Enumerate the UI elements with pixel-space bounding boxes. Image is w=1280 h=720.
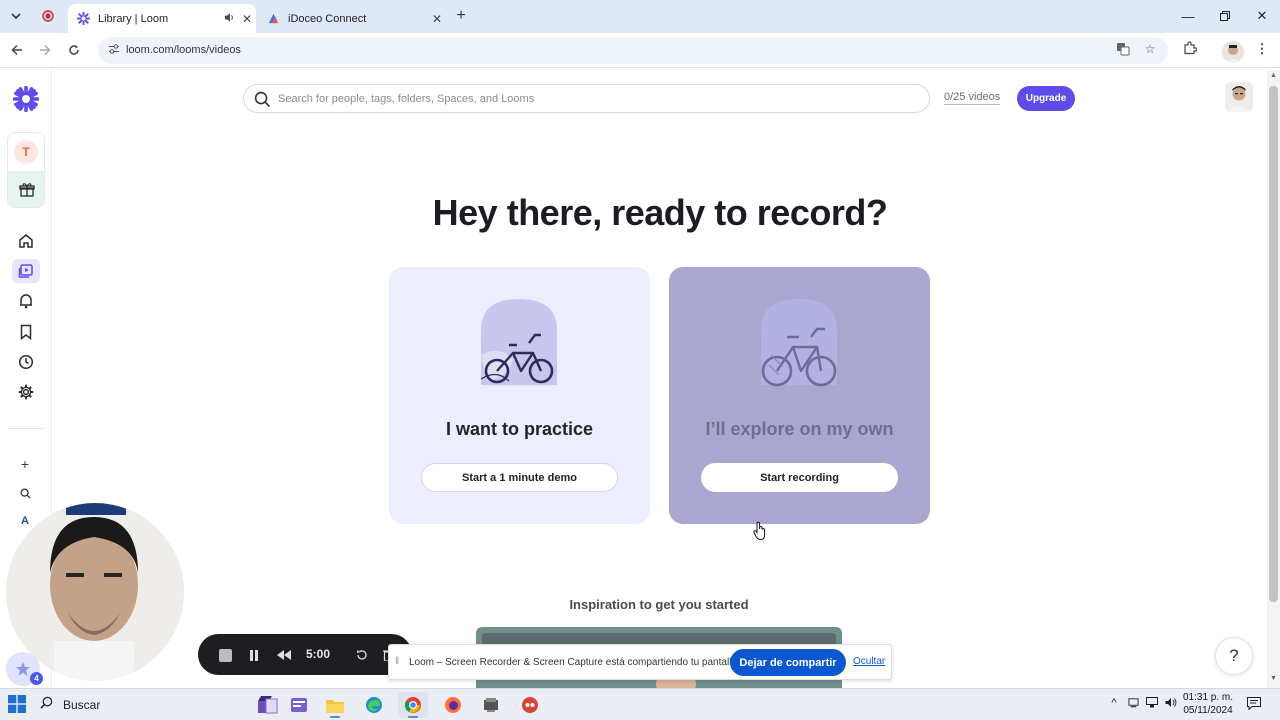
- running-indicator: [330, 716, 340, 718]
- back-icon[interactable]: [6, 39, 28, 61]
- tab-close-icon[interactable]: ✕: [238, 12, 256, 26]
- extensions-icon[interactable]: [1180, 41, 1200, 61]
- tab-close-icon[interactable]: ✕: [428, 12, 446, 26]
- bookmark-star-icon[interactable]: ☆: [1141, 42, 1159, 60]
- volume-icon[interactable]: [1162, 697, 1180, 711]
- history-clock-icon[interactable]: [12, 350, 40, 374]
- recording-indicator-icon: [37, 6, 59, 26]
- tab-search-icon[interactable]: [5, 6, 27, 26]
- idoceo-favicon-icon: [266, 12, 280, 26]
- search-placeholder: Search for people, tags, folders, Spaces…: [278, 93, 535, 105]
- new-tab-button[interactable]: +: [450, 6, 472, 26]
- help-button[interactable]: ?: [1215, 637, 1253, 675]
- scrollbar-thumb[interactable]: [1269, 86, 1278, 602]
- reload-icon[interactable]: [63, 39, 85, 61]
- network-icon[interactable]: [1143, 697, 1161, 711]
- browser-toolbar: loom.com/looms/videos ☆ ⋮: [0, 33, 1280, 68]
- stop-sharing-button[interactable]: Dejar de compartir: [730, 649, 846, 676]
- inspiration-heading: Inspiration to get you started: [569, 597, 749, 612]
- url-text: loom.com/looms/videos: [126, 44, 241, 56]
- edge-browser-icon[interactable]: [359, 692, 389, 718]
- chrome-browser-icon[interactable]: [398, 692, 428, 718]
- address-bar[interactable]: loom.com/looms/videos ☆: [98, 37, 1168, 64]
- tab-idoceo-connect[interactable]: iDoceo Connect ✕: [258, 4, 446, 33]
- page-title: Hey there, ready to record?: [432, 192, 888, 233]
- drag-handle-icon[interactable]: ‖: [395, 656, 401, 670]
- loom-logo-icon[interactable]: [12, 85, 40, 113]
- tray-overflow-icon[interactable]: ^: [1105, 697, 1123, 709]
- settings-gear-icon[interactable]: [12, 380, 40, 404]
- hide-link[interactable]: Ocultar: [853, 656, 885, 667]
- window-close-icon[interactable]: ✕: [1244, 4, 1280, 28]
- notifications-bell-icon[interactable]: [12, 289, 40, 313]
- record-app-icon[interactable]: [515, 692, 545, 718]
- rewind-icon[interactable]: [274, 645, 294, 665]
- screen-share-notification: ‖ Loom – Screen Recorder & Screen Captur…: [388, 644, 892, 680]
- notification-badge: 4: [30, 672, 43, 685]
- explore-card-title: I’ll explore on my own: [705, 419, 894, 439]
- tab-library-loom[interactable]: Library | Loom ✕: [68, 4, 256, 33]
- tab-label: iDoceo Connect: [288, 12, 367, 25]
- practice-card-title: I want to practice: [445, 419, 594, 439]
- windows-start-icon[interactable]: [8, 695, 28, 715]
- add-plus-icon[interactable]: +: [14, 454, 36, 474]
- sidebar-search-icon[interactable]: [14, 483, 36, 503]
- loom-extension-button[interactable]: 4: [6, 652, 43, 686]
- home-icon[interactable]: [12, 229, 40, 253]
- bicycle-icon: [469, 295, 569, 395]
- gift-icon[interactable]: [8, 171, 44, 207]
- clock-time: 01:31 p. m.: [1182, 692, 1234, 703]
- forward-icon[interactable]: [34, 39, 56, 61]
- scroll-down-arrow-icon[interactable]: ▼: [1269, 675, 1278, 685]
- running-indicator: [408, 716, 418, 718]
- browser-menu-icon[interactable]: ⋮: [1252, 41, 1272, 61]
- notification-center-icon[interactable]: [1245, 697, 1263, 713]
- recording-controls: 5:00: [198, 634, 412, 675]
- bicycle-icon: [749, 295, 849, 395]
- workspace-switcher: T: [7, 132, 45, 208]
- taskbar-search[interactable]: Buscar: [40, 691, 250, 719]
- share-message: Loom – Screen Recorder & Screen Capture …: [409, 657, 740, 668]
- search-input[interactable]: Search for people, tags, folders, Spaces…: [243, 84, 930, 113]
- page-scrollbar[interactable]: ▲ ▼: [1267, 70, 1280, 688]
- user-avatar[interactable]: [1225, 82, 1253, 112]
- tab-audio-icon[interactable]: [220, 12, 238, 26]
- notes-app-icon[interactable]: [284, 692, 314, 718]
- minimize-icon[interactable]: —: [1170, 4, 1206, 28]
- taskbar-search-label: Buscar: [63, 698, 101, 712]
- video-count-link[interactable]: 0/25 videos: [944, 91, 1001, 105]
- practice-card[interactable]: I want to practice Start a 1 minute demo: [389, 267, 650, 524]
- translate-icon[interactable]: [1114, 42, 1132, 60]
- file-explorer-icon[interactable]: [320, 692, 350, 718]
- explore-card[interactable]: I’ll explore on my own Start recording: [669, 267, 930, 524]
- scroll-up-arrow-icon[interactable]: ▲: [1269, 72, 1278, 82]
- stop-recording-button[interactable]: [215, 645, 235, 665]
- recording-timer: 5:00: [306, 647, 331, 661]
- video-editor-app-icon[interactable]: [252, 692, 282, 718]
- workspace-avatar[interactable]: T: [14, 140, 38, 164]
- taskbar-clock[interactable]: 01:31 p. m. 05/11/2024: [1180, 691, 1236, 717]
- start-recording-button[interactable]: Start recording: [701, 463, 898, 492]
- restore-icon[interactable]: [1207, 4, 1243, 28]
- search-icon: [254, 91, 272, 109]
- mouse-pointer-icon: [753, 521, 767, 541]
- sidebar-divider: [8, 428, 44, 429]
- restart-icon[interactable]: [352, 645, 372, 665]
- terminal-app-icon[interactable]: [476, 692, 506, 718]
- site-info-icon[interactable]: [107, 43, 121, 57]
- start-demo-button[interactable]: Start a 1 minute demo: [421, 463, 618, 492]
- tab-label: Library | Loom: [98, 12, 169, 25]
- browser-tab-strip: Library | Loom ✕ iDoceo Connect ✕ + — ✕: [0, 0, 1280, 33]
- upgrade-button[interactable]: Upgrade: [1017, 86, 1075, 111]
- loom-favicon-icon: [76, 12, 90, 26]
- library-icon[interactable]: [12, 259, 40, 283]
- taskbar-search-icon: [40, 696, 53, 714]
- firefox-browser-icon[interactable]: [438, 692, 468, 718]
- windows-taskbar: Buscar ^ 01:31 p. m. 05/11/2024: [0, 688, 1280, 720]
- pause-icon[interactable]: [244, 645, 264, 665]
- tray-device-icon[interactable]: [1124, 697, 1142, 711]
- bookmarks-icon[interactable]: [12, 320, 40, 344]
- clock-date: 05/11/2024: [1183, 705, 1233, 716]
- browser-profile-avatar[interactable]: [1222, 41, 1244, 63]
